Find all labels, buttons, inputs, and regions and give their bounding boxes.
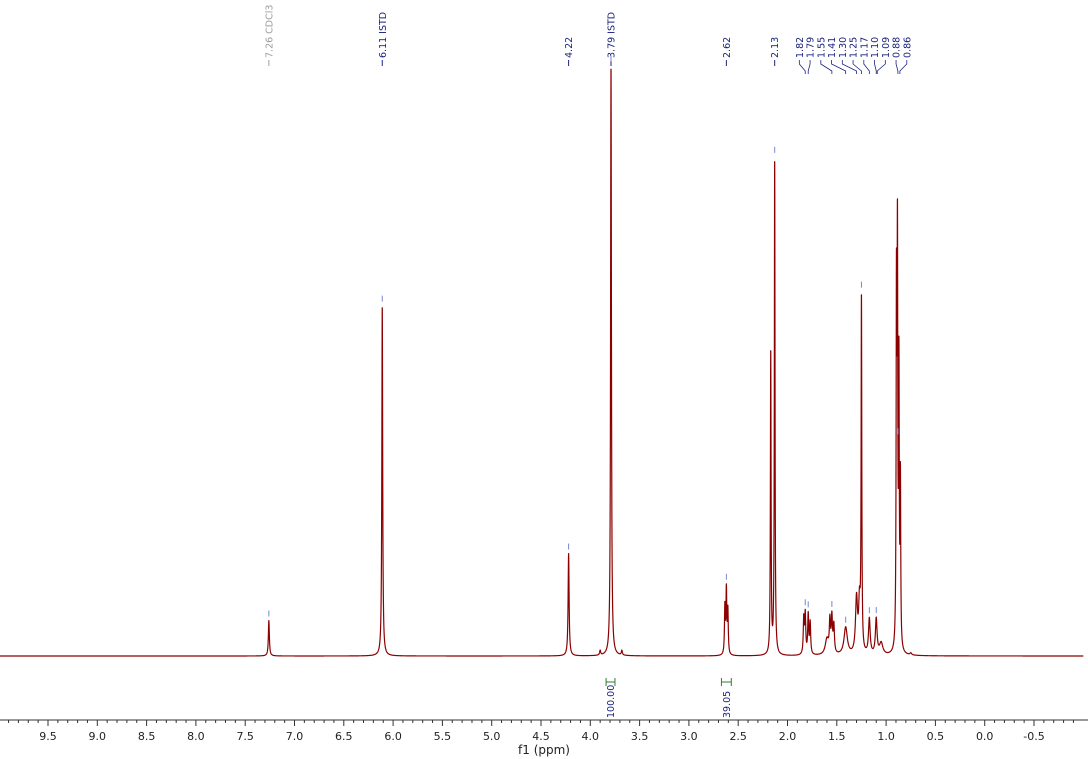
x-axis: 9.5 9.0 8.5 8.0 7.5 7.0 6.5 6.0 5.5 5.0 4.5 4.0 3.5 3… bbox=[0, 719, 1088, 743]
peak-label: 4.22 bbox=[564, 37, 575, 58]
peak-label: 2.62 bbox=[722, 37, 733, 58]
peak-label-connector bbox=[798, 60, 806, 74]
peak-label-connector bbox=[841, 60, 857, 74]
x-tick-label: 4.5 bbox=[532, 730, 550, 743]
peak-label: 6.11 ISTD bbox=[378, 12, 389, 58]
x-tick-label: 0.0 bbox=[976, 730, 994, 743]
peak-label: 1.25 bbox=[849, 37, 860, 58]
peak-label: 1.10 bbox=[870, 37, 881, 58]
peak-label-connector bbox=[874, 60, 877, 74]
spectrum-layer bbox=[0, 55, 1084, 657]
x-tick-label: 8.5 bbox=[138, 730, 156, 743]
peak-label: 1.17 bbox=[859, 37, 870, 58]
peak-label-connector bbox=[899, 60, 908, 74]
x-tick-label: 5.5 bbox=[434, 730, 452, 743]
x-tick-label: 3.5 bbox=[631, 730, 649, 743]
peak-label: 7.26 CDCl3 bbox=[264, 5, 275, 58]
x-tick-label: 7.0 bbox=[286, 730, 304, 743]
peak-label-connector bbox=[852, 60, 862, 74]
x-tick-label: 2.0 bbox=[779, 730, 797, 743]
spectrum-line bbox=[0, 68, 1084, 657]
x-tick-label: -0.5 bbox=[1023, 730, 1044, 743]
x-tick-label: 3.0 bbox=[680, 730, 698, 743]
peak-label-connector bbox=[807, 60, 811, 74]
peak-label: 1.41 bbox=[827, 37, 838, 58]
x-tick-label: 7.5 bbox=[236, 730, 254, 743]
peak-label: 0.88 bbox=[892, 37, 903, 58]
x-tick-label: 6.0 bbox=[384, 730, 402, 743]
x-tick-label: 4.0 bbox=[582, 730, 600, 743]
peak-label: 2.13 bbox=[770, 37, 781, 58]
peak-label: 1.79 bbox=[806, 37, 817, 58]
x-tick-label: 1.0 bbox=[877, 730, 895, 743]
integral-value: 100.00 bbox=[606, 685, 617, 718]
x-tick-label: 8.0 bbox=[187, 730, 205, 743]
x-tick-label: 5.0 bbox=[483, 730, 501, 743]
peak-label-connector bbox=[863, 60, 870, 74]
peak-label: 1.55 bbox=[816, 37, 827, 58]
x-tick-label: 6.5 bbox=[335, 730, 353, 743]
nmr-spectrum-chart: 7.26 CDCl3 6.11 ISTD 4.22 3.79 ISTD 2.62 2.13… bbox=[0, 5, 1088, 757]
peak-label-connector bbox=[876, 60, 886, 74]
peak-label: 1.30 bbox=[838, 37, 849, 58]
peak-label-layer: 7.26 CDCl3 6.11 ISTD 4.22 3.79 ISTD 2.62 2.13… bbox=[264, 5, 913, 74]
x-tick-label: 9.0 bbox=[89, 730, 107, 743]
peak-label: 0.86 bbox=[902, 37, 913, 58]
peak-label-connector bbox=[820, 60, 833, 74]
x-tick-label: 1.5 bbox=[828, 730, 846, 743]
peak-label-connector bbox=[831, 60, 847, 74]
integral-layer: 100.00 39.05 bbox=[605, 678, 733, 718]
integral-value: 39.05 bbox=[722, 691, 733, 718]
peak-label: 1.09 bbox=[881, 37, 892, 58]
integral-region: 39.05 bbox=[720, 678, 733, 718]
x-tick-label: 2.5 bbox=[729, 730, 747, 743]
x-axis-title: f1 (ppm) bbox=[518, 743, 570, 757]
peak-label-connector bbox=[895, 60, 899, 74]
peak-label: 1.82 bbox=[795, 37, 806, 58]
integral-region: 100.00 bbox=[605, 678, 617, 718]
x-tick-label: 0.5 bbox=[927, 730, 945, 743]
peak-label: 3.79 ISTD bbox=[607, 12, 618, 58]
x-tick-label: 9.5 bbox=[39, 730, 57, 743]
